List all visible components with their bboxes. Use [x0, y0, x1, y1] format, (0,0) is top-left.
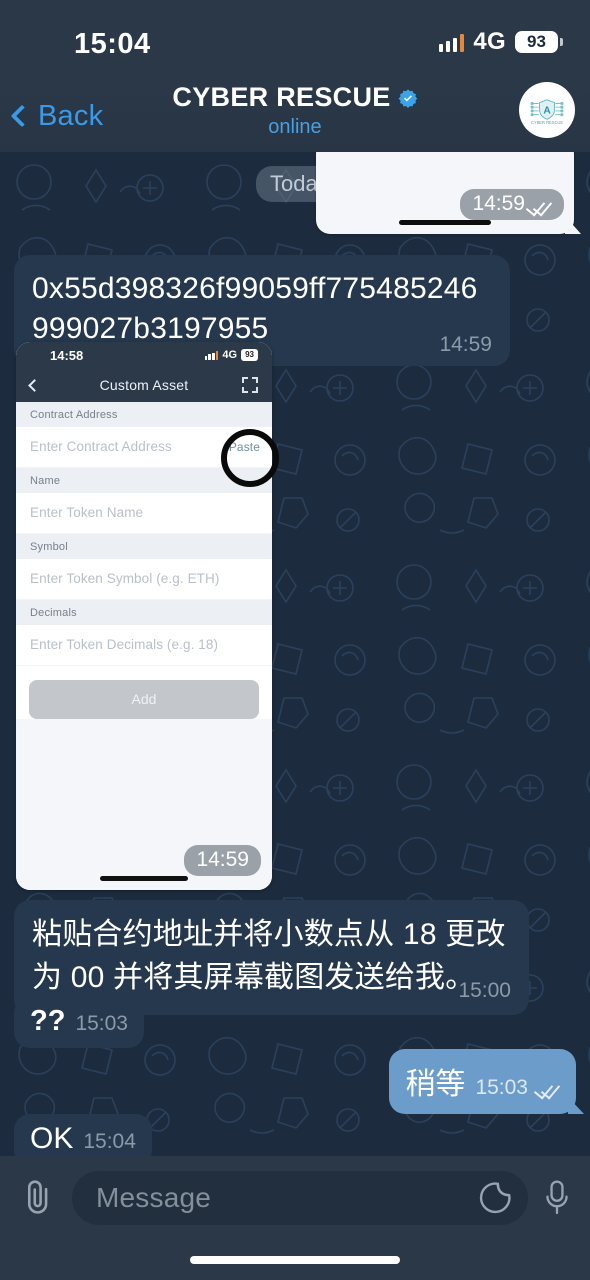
online-status-label: online [268, 116, 322, 138]
read-receipt-icon [538, 1080, 560, 1094]
svg-text:CYBER RESCUE: CYBER RESCUE [531, 120, 563, 125]
question-text: ?? [30, 1005, 66, 1037]
message-timestamp: 15:00 [458, 979, 511, 1003]
field-input-name[interactable]: Enter Token Name [16, 493, 272, 534]
field-placeholder: Enter Contract Address [30, 439, 172, 454]
microphone-icon[interactable] [542, 1177, 572, 1219]
photo-message-top[interactable]: 14:59 [316, 152, 574, 234]
back-button[interactable]: Back [0, 100, 103, 133]
signal-strength-icon [438, 33, 465, 52]
photo-home-indicator [399, 220, 491, 225]
photo-message-custom-asset[interactable]: 14:58 4G 93 Custom Asset Contract Addres… [16, 342, 279, 890]
read-receipt-icon [530, 197, 552, 211]
phone-screen: 15:04 4G 93 Back CYBER RESCUE online A C… [0, 0, 590, 1280]
field-placeholder: Enter Token Decimals (e.g. 18) [30, 637, 219, 652]
sticker-icon[interactable] [478, 1181, 512, 1215]
timestamp-text: 14:59 [472, 192, 525, 215]
field-placeholder: Enter Token Name [30, 505, 144, 520]
message-input-field[interactable]: Message [72, 1171, 528, 1225]
embedded-status-bar: 14:58 4G 93 [16, 342, 272, 368]
embedded-signal-icon [204, 350, 219, 360]
status-bar-time: 15:04 [74, 28, 151, 60]
paperclip-icon[interactable] [18, 1177, 58, 1219]
field-input-symbol[interactable]: Enter Token Symbol (e.g. ETH) [16, 559, 272, 600]
message-timestamp: 15:04 [83, 1130, 136, 1153]
message-input-bar: Message [0, 1156, 590, 1280]
message-bubble-outgoing-wait[interactable]: 稍等 15:03 [389, 1049, 576, 1114]
message-bubble-ok[interactable]: OK 15:04 [14, 1114, 152, 1156]
message-bubble-question[interactable]: ?? 15:03 [14, 997, 144, 1048]
ok-text: OK [30, 1122, 74, 1155]
embedded-battery-indicator: 93 [241, 349, 258, 361]
contract-address-text: 0x55d398326f99059ff775485246999027b31979… [32, 272, 478, 345]
messages-container: Today 14:59 0x55d398326f99059ff775485246… [0, 152, 590, 1156]
chat-message-list[interactable]: Today 14:59 0x55d398326f99059ff775485246… [0, 152, 590, 1156]
add-button[interactable]: Add [29, 680, 259, 719]
outgoing-text: 稍等 [405, 1068, 466, 1101]
verified-badge-icon [398, 88, 417, 108]
message-timestamp: 14:59 [184, 845, 261, 876]
field-placeholder: Enter Token Symbol (e.g. ETH) [30, 571, 220, 586]
field-label-decimals: Decimals [16, 600, 272, 625]
back-button-label: Back [38, 99, 104, 132]
battery-indicator: 93 [515, 31, 563, 53]
embedded-screenshot: 14:58 4G 93 Custom Asset Contract Addres… [16, 342, 272, 890]
message-timestamp: 15:03 [475, 1076, 528, 1099]
message-timestamp: 15:03 [75, 1012, 128, 1035]
field-input-decimals[interactable]: Enter Token Decimals (e.g. 18) [16, 625, 272, 666]
chat-header: Back CYBER RESCUE online A CYBER RESCUE [0, 80, 590, 152]
page-title: CYBER RESCUE [172, 82, 391, 112]
message-timestamp: 14:59 [439, 333, 492, 357]
embedded-home-indicator [100, 876, 188, 881]
qr-scan-icon[interactable] [242, 377, 258, 393]
status-bar-indicators: 4G 93 [438, 28, 563, 56]
shield-circuit-icon: A CYBER RESCUE [530, 99, 564, 125]
embedded-status-time: 14:58 [50, 347, 84, 363]
embedded-back-icon[interactable] [28, 378, 41, 392]
field-label-symbol: Symbol [16, 534, 272, 559]
avatar[interactable]: A CYBER RESCUE [519, 82, 575, 138]
instruction-text: 粘贴合约地址并将小数点从 18 更改为 00 并将其屏幕截图发送给我。 [32, 918, 506, 994]
annotation-circle-highlight [221, 429, 279, 487]
svg-text:A: A [543, 106, 551, 117]
message-timestamp: 14:59 [460, 189, 564, 220]
message-input-placeholder: Message [96, 1182, 212, 1213]
status-bar: 15:04 4G 93 [0, 0, 590, 80]
network-type-label: 4G [473, 28, 506, 55]
home-indicator [190, 1256, 400, 1264]
field-label-contract-address: Contract Address [16, 402, 272, 427]
embedded-nav-bar: Custom Asset [16, 368, 272, 402]
embedded-page-title: Custom Asset [99, 377, 189, 393]
embedded-network-label: 4G [222, 349, 238, 361]
chevron-left-icon [10, 104, 34, 128]
